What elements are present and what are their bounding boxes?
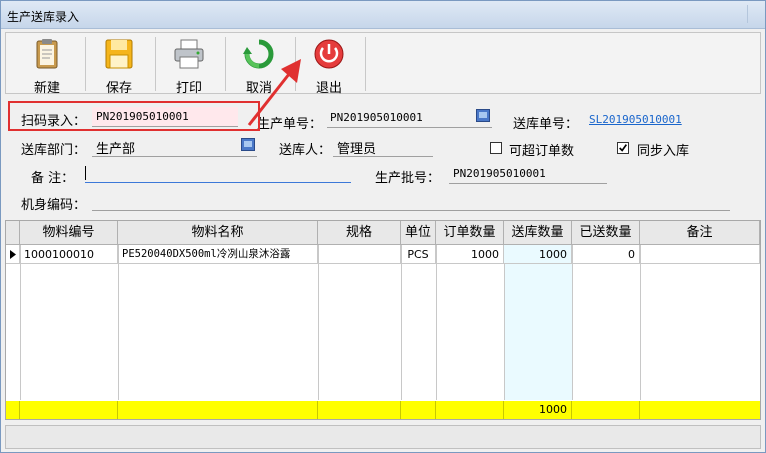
batch-label: 生产批号：	[375, 171, 441, 186]
main-window: 生产送库录入 新建 保存 打印 取消 退出 扫码录入： PN2019050100…	[0, 0, 766, 453]
batch-value[interactable]: PN201905010001	[453, 167, 546, 180]
highlight-annotation	[8, 101, 260, 131]
remark-input[interactable]	[85, 164, 351, 182]
department-label: 送库部门：	[21, 143, 87, 158]
row-indicator-icon	[6, 245, 20, 264]
cell-spec[interactable]	[318, 245, 401, 264]
col-header-delivery-qty[interactable]: 送库数量	[504, 221, 572, 245]
production-no-value[interactable]: PN201905010001	[330, 111, 423, 124]
cell-delivery-qty[interactable]: 1000	[504, 245, 572, 264]
col-header-unit[interactable]: 单位	[401, 221, 436, 245]
summary-cell	[20, 401, 118, 419]
department-underline	[92, 156, 257, 157]
status-bar	[5, 425, 761, 449]
checkmark-icon	[619, 144, 628, 152]
grid-line	[20, 245, 21, 400]
table-row[interactable]: 1000100010 PE520040DX500ml冷冽山泉沐浴露 PCS 10…	[6, 245, 760, 264]
summary-cell	[118, 401, 318, 419]
summary-cell	[436, 401, 504, 419]
cell-unit[interactable]: PCS	[401, 245, 436, 264]
summary-cell	[401, 401, 436, 419]
cell-delivered-qty[interactable]: 0	[572, 245, 640, 264]
serial-input[interactable]	[92, 210, 730, 211]
toolbar: 新建 保存 打印 取消 退出	[5, 32, 761, 96]
delivery-qty-column-bg	[504, 245, 572, 400]
delivery-no-label: 送库单号：	[513, 117, 579, 132]
grid-line	[504, 245, 505, 400]
row-header-corner	[6, 221, 20, 245]
summary-delivery-total: 1000	[504, 401, 572, 419]
col-header-material-name[interactable]: 物料名称	[118, 221, 318, 245]
clipboard-icon	[36, 39, 58, 69]
summary-cell	[318, 401, 401, 419]
annotation-arrow-icon	[247, 59, 301, 126]
save-button-label: 保存	[105, 81, 132, 96]
cell-material-name[interactable]: PE520040DX500ml冷冽山泉沐浴露	[118, 245, 318, 264]
lookup-icon[interactable]	[476, 109, 490, 122]
serial-label: 机身编码：	[21, 198, 87, 213]
summary-cell	[572, 401, 640, 419]
summary-row: 1000	[6, 401, 760, 419]
print-button[interactable]: 打印	[156, 35, 222, 96]
production-no-underline	[327, 127, 492, 128]
toolbar-separator	[365, 37, 366, 91]
over-order-checkbox[interactable]	[490, 142, 502, 154]
department-value[interactable]: 生产部	[96, 138, 135, 157]
remark-underline	[85, 182, 351, 183]
delivery-no-link[interactable]: SL201905010001	[589, 113, 682, 126]
cell-remark[interactable]	[640, 245, 760, 264]
batch-underline	[449, 183, 607, 184]
power-exit-icon	[314, 39, 344, 69]
grid-line	[401, 245, 402, 400]
sender-value[interactable]: 管理员	[337, 138, 376, 157]
printer-icon	[174, 39, 204, 69]
grid-line	[436, 245, 437, 400]
summary-cell	[640, 401, 760, 419]
title-bar: 生产送库录入	[1, 1, 765, 29]
grid-line	[572, 245, 573, 400]
window-edge-icon	[747, 5, 761, 23]
lookup-icon[interactable]	[241, 138, 255, 151]
new-button[interactable]: 新建	[14, 35, 80, 96]
sender-label: 送库人：	[279, 143, 332, 158]
sync-checkbox[interactable]	[617, 142, 629, 154]
sender-underline	[333, 156, 433, 157]
window-title: 生产送库录入	[7, 10, 80, 24]
grid-line	[118, 245, 119, 400]
col-header-delivered-qty[interactable]: 已送数量	[572, 221, 640, 245]
col-header-remark[interactable]: 备注	[640, 221, 760, 245]
items-grid: 物料编号 物料名称 规格 单位 订单数量 送库数量 已送数量 备注 100010…	[5, 220, 761, 420]
sync-label: 同步入库	[637, 144, 690, 159]
print-button-label: 打印	[175, 81, 202, 96]
col-header-order-qty[interactable]: 订单数量	[436, 221, 504, 245]
grid-line	[318, 245, 319, 400]
cell-material-code[interactable]: 1000100010	[20, 245, 118, 264]
new-button-label: 新建	[33, 81, 60, 96]
grid-line	[640, 245, 641, 400]
remark-label: 备 注：	[31, 171, 75, 186]
col-header-material-code[interactable]: 物料编号	[20, 221, 118, 245]
summary-cell	[6, 401, 20, 419]
over-order-label: 可超订单数	[509, 144, 575, 159]
col-header-spec[interactable]: 规格	[318, 221, 401, 245]
cell-order-qty[interactable]: 1000	[436, 245, 504, 264]
save-button[interactable]: 保存	[86, 35, 152, 96]
floppy-disk-icon	[105, 39, 133, 69]
